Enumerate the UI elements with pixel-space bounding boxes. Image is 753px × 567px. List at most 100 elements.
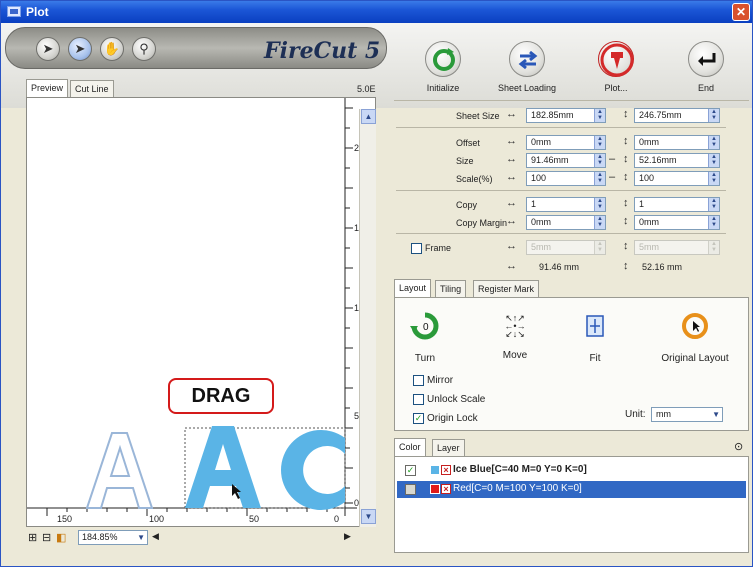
tab-cut-line[interactable]: Cut Line bbox=[70, 80, 114, 98]
scroll-left-icon[interactable]: ◀ bbox=[152, 531, 159, 542]
origin-lock-checkbox[interactable]: ✓ bbox=[413, 413, 424, 424]
initialize-button[interactable]: Initialize bbox=[408, 23, 478, 93]
tab-color[interactable]: Color bbox=[394, 438, 426, 457]
copy-x-field[interactable]: 1 ▲ ▼ bbox=[526, 197, 606, 212]
size-height-field[interactable]: 52.16mm ▲ ▼ bbox=[634, 153, 720, 168]
tab-layer[interactable]: Layer bbox=[432, 439, 465, 457]
spinner-icon[interactable]: ▲ ▼ bbox=[708, 154, 719, 167]
total-height: 52.16 mm bbox=[642, 262, 683, 272]
cut-toggle-icon[interactable]: × bbox=[441, 465, 451, 475]
grid-icon[interactable]: ⊞ bbox=[28, 531, 37, 544]
list-item[interactable]: ✓ × Ice Blue[C=40 M=0 Y=0 K=0] bbox=[397, 462, 746, 479]
horizontal-arrow-icon: ↔ bbox=[506, 260, 517, 272]
spinner-icon[interactable]: ▲ ▼ bbox=[708, 172, 719, 185]
spinner-icon[interactable]: ▲ ▼ bbox=[594, 241, 605, 254]
scale-x-field[interactable]: 100 ▲ ▼ bbox=[526, 171, 606, 186]
cut-toggle-icon[interactable]: × bbox=[441, 484, 451, 494]
fit-button[interactable]: Fit bbox=[575, 310, 615, 364]
frame-y-field[interactable]: 5mm ▲ ▼ bbox=[634, 240, 720, 255]
move-button[interactable]: ↖↑↗ ←•→ ↙↓↘ Move bbox=[495, 310, 535, 362]
pointer-tool-icon[interactable]: ➤ bbox=[36, 37, 60, 61]
tab-tiling[interactable]: Tiling bbox=[435, 280, 467, 298]
spinner-icon[interactable]: ▲ ▼ bbox=[594, 109, 605, 122]
app-logo: FireCut 5 bbox=[264, 38, 381, 64]
scroll-right-icon[interactable]: ▶ bbox=[344, 531, 351, 542]
color-visible-checkbox[interactable] bbox=[405, 484, 416, 495]
divider bbox=[396, 190, 726, 191]
turn-button[interactable]: 0 Turn bbox=[405, 310, 445, 364]
frame-x-field[interactable]: 5mm ▲ ▼ bbox=[526, 240, 606, 255]
end-button[interactable]: End bbox=[671, 23, 741, 93]
unit-select[interactable]: mm ▼ bbox=[651, 407, 723, 422]
frame-checkbox[interactable] bbox=[411, 243, 422, 254]
select-tool-icon[interactable]: ➤ bbox=[68, 37, 92, 61]
spinner-icon[interactable]: ▲ ▼ bbox=[708, 216, 719, 229]
hand-tool-icon[interactable]: ✋ bbox=[100, 37, 124, 61]
drag-callout: DRAG bbox=[168, 378, 274, 414]
color-list: ✓ × Ice Blue[C=40 M=0 Y=0 K=0] × Red[C=0… bbox=[394, 456, 749, 553]
preview-canvas[interactable]: 200 150 100 50 0 150 100 50 0 bbox=[26, 97, 376, 527]
copy-y-field[interactable]: 1 ▲ ▼ bbox=[634, 197, 720, 212]
tab-preview[interactable]: Preview bbox=[26, 79, 69, 98]
offset-y-field[interactable]: 0mm ▲ ▼ bbox=[634, 135, 720, 150]
offset-y-value: 0mm bbox=[639, 137, 659, 147]
close-icon[interactable]: ✕ bbox=[732, 3, 750, 21]
spinner-icon[interactable]: ▲ ▼ bbox=[708, 109, 719, 122]
original-layout-icon bbox=[682, 313, 708, 339]
horizontal-arrow-icon: ↔ bbox=[506, 153, 517, 165]
vertical-arrow-icon: ↕ bbox=[623, 240, 629, 252]
chevron-down-icon[interactable]: ▼ bbox=[712, 408, 720, 421]
offset-x-field[interactable]: 0mm ▲ ▼ bbox=[526, 135, 606, 150]
scale-x-value: 100 bbox=[531, 173, 547, 183]
scale-y-value: 100 bbox=[639, 173, 655, 183]
return-icon bbox=[688, 41, 724, 77]
unit-value: mm bbox=[656, 409, 671, 419]
copy-margin-x-field[interactable]: 0mm ▲ ▼ bbox=[526, 215, 606, 230]
spinner-icon[interactable]: ▲ ▼ bbox=[594, 216, 605, 229]
sheet-loading-button[interactable]: Sheet Loading bbox=[492, 23, 562, 93]
scroll-down-icon[interactable]: ▼ bbox=[361, 509, 376, 524]
title-bar[interactable]: Plot ✕ bbox=[1, 1, 752, 23]
zoom-select[interactable]: 184.85% ▼ bbox=[78, 530, 148, 545]
preview-vertical-scrollbar[interactable]: ▲ ▼ bbox=[359, 109, 376, 527]
spinner-icon[interactable]: ▲ ▼ bbox=[708, 241, 719, 254]
copy-margin-x-value: 0mm bbox=[531, 217, 551, 227]
spinner-icon[interactable]: ▲ ▼ bbox=[594, 154, 605, 167]
spinner-icon[interactable]: ▲ ▼ bbox=[708, 136, 719, 149]
mirror-checkbox[interactable] bbox=[413, 375, 424, 386]
tab-register-mark[interactable]: Register Mark bbox=[473, 280, 540, 298]
vertical-arrow-icon: ↕ bbox=[623, 108, 629, 120]
horizontal-arrow-icon: ↔ bbox=[506, 197, 517, 209]
tab-layout[interactable]: Layout bbox=[394, 279, 432, 298]
sheet-height-field[interactable]: 246.75mm ▲ ▼ bbox=[634, 108, 720, 123]
layers-icon[interactable]: ◧ bbox=[56, 531, 66, 544]
size-width-field[interactable]: 91.46mm ▲ ▼ bbox=[526, 153, 606, 168]
copy-margin-y-field[interactable]: 0mm ▲ ▼ bbox=[634, 215, 720, 230]
spinner-icon[interactable]: ▲ ▼ bbox=[594, 198, 605, 211]
app-icon bbox=[7, 6, 21, 17]
spinner-icon[interactable]: ▲ ▼ bbox=[708, 198, 719, 211]
plot-button[interactable]: Plot... bbox=[581, 23, 651, 93]
sheet-width-field[interactable]: 182.85mm ▲ ▼ bbox=[526, 108, 606, 123]
list-item[interactable]: × Red[C=0 M=100 Y=100 K=0] bbox=[397, 481, 746, 498]
copy-x-value: 1 bbox=[531, 199, 537, 209]
original-layout-label: Original Layout bbox=[661, 353, 729, 364]
panel-menu-icon[interactable]: ⊙ bbox=[734, 440, 743, 453]
unlock-scale-checkbox[interactable] bbox=[413, 394, 424, 405]
vertical-arrow-icon: ↕ bbox=[623, 171, 629, 183]
scroll-up-icon[interactable]: ▲ bbox=[361, 109, 376, 124]
split-view-icon[interactable]: ⊟ bbox=[42, 531, 51, 544]
color-name: Ice Blue[C=40 M=0 Y=0 K=0] bbox=[453, 464, 587, 475]
original-layout-button[interactable]: Original Layout bbox=[650, 310, 740, 364]
horizontal-arrow-icon: ↔ bbox=[506, 171, 517, 183]
zoom-tool-icon[interactable]: ⚲ bbox=[132, 37, 156, 61]
svg-text:0: 0 bbox=[423, 322, 429, 333]
copy-label: Copy bbox=[456, 200, 478, 210]
scale-y-field[interactable]: 100 ▲ ▼ bbox=[634, 171, 720, 186]
spinner-icon[interactable]: ▲ ▼ bbox=[594, 172, 605, 185]
spinner-icon[interactable]: ▲ ▼ bbox=[594, 136, 605, 149]
chevron-down-icon[interactable]: ▼ bbox=[137, 531, 145, 544]
offset-x-value: 0mm bbox=[531, 137, 551, 147]
color-visible-checkbox[interactable]: ✓ bbox=[405, 465, 416, 476]
horizontal-arrow-icon: ↔ bbox=[506, 215, 517, 227]
